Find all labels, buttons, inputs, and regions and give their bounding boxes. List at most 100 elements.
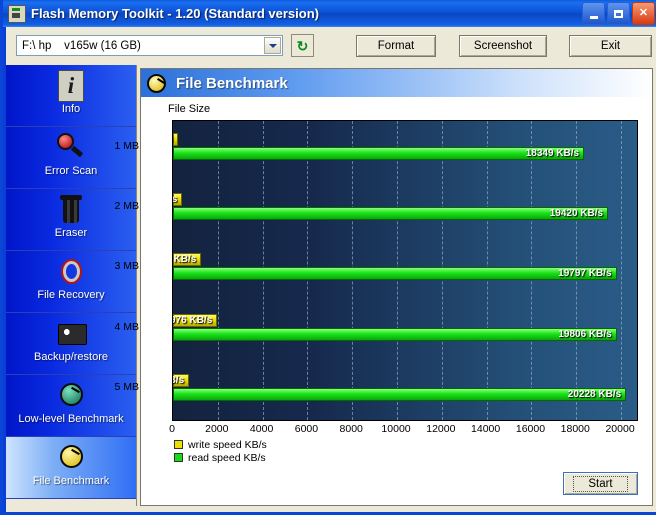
trash-can-icon-glyph <box>54 194 88 226</box>
legend-swatch <box>174 453 183 462</box>
content-area: Info Error Scan Eraser File Recovery Backup/… <box>6 65 656 509</box>
sidebar-item-label: File Recovery <box>37 289 105 301</box>
chart-y-tick: 2 MB <box>114 200 139 213</box>
write-speed-value: 1266 KB/s <box>173 254 197 266</box>
legend-item: write speed KB/s <box>174 438 267 451</box>
exit-button[interactable]: Exit <box>569 35 652 57</box>
chart-bar-group: 1266 KB/s 19797 KB/s <box>173 241 637 301</box>
chart-x-tick: 8000 <box>339 423 363 435</box>
read-speed-value: 19806 KB/s <box>558 328 612 340</box>
chart-legend: write speed KB/s read speed KB/s <box>174 438 267 464</box>
close-button[interactable]: ✕ <box>632 2 655 25</box>
read-speed-value: 18349 KB/s <box>525 148 580 159</box>
chart-x-tick: 16000 <box>515 423 546 435</box>
magnifier-icon <box>54 132 88 164</box>
screenshot-button[interactable]: Screenshot <box>459 35 547 57</box>
chart-y-tick: 1 MB <box>114 140 139 152</box>
cassette-tape-icon-glyph <box>54 318 88 350</box>
green-stopwatch-icon-glyph <box>54 380 88 412</box>
read-speed-bar: 19806 KB/s <box>173 327 617 341</box>
benchmark-chart: 221 KB/s 18349 KB/s 414 KB/s 19420 KB/s 1266… <box>172 120 638 421</box>
title-bar: Flash Memory Toolkit - 1.20 (Standard ve… <box>3 0 656 27</box>
chart-y-tick-labels: 1 MB 2 MB 3 MB 4 MB 5 MB <box>110 120 141 421</box>
write-speed-value: 414 KB/s <box>172 194 178 206</box>
green-stopwatch-icon <box>54 380 88 412</box>
read-speed-bar: 19797 KB/s <box>173 267 617 281</box>
legend-label: write speed KB/s <box>188 438 267 451</box>
start-button[interactable]: Start <box>563 472 638 495</box>
write-speed-value: 1976 KB/s <box>173 314 213 326</box>
chart-bar-group: 721 KB/s 20228 KB/s <box>173 362 637 420</box>
chart-y-tick: 5 MB <box>114 380 139 393</box>
chart-x-tick: 6000 <box>294 423 319 435</box>
chart-x-tick: 2000 <box>205 423 229 435</box>
chart-x-tick: 10000 <box>381 423 411 435</box>
toolbar: F:\ hp v165w (16 GB) ↻ Format Screenshot… <box>6 27 656 65</box>
status-bar <box>6 506 656 512</box>
sidebar-item-label: Low-level Benchmark <box>18 413 124 425</box>
magnifier-icon-glyph <box>54 132 88 164</box>
sidebar-item-label: Info <box>61 103 81 115</box>
sidebar-item-label: File Benchmark <box>32 475 110 487</box>
chart-y-tick: 3 MB <box>114 260 139 273</box>
read-speed-bar: 20228 KB/s <box>173 387 627 401</box>
sidebar-item-info[interactable]: Info <box>6 65 136 127</box>
write-speed-bar: 1266 KB/s <box>173 253 202 267</box>
write-speed-bar: 414 KB/s <box>172 193 183 207</box>
legend-label: read speed KB/s <box>188 451 266 464</box>
drive-select[interactable]: F:\ hp v165w (16 GB) <box>16 35 283 56</box>
chart-x-tick: 20000 <box>605 423 635 435</box>
chart-x-tick-labels: 0 2000 4000 6000 8000 10000 12000 14000 16000 180… <box>169 423 656 437</box>
legend-swatch <box>174 440 183 449</box>
application-window: Flash Memory Toolkit - 1.20 (Standard ve… <box>0 0 656 515</box>
yellow-stopwatch-icon-glyph <box>54 442 88 474</box>
legend-item: read speed KB/s <box>174 451 267 464</box>
panel-inner: File Benchmark File Size 1 MB 2 MB 3 MB 4 M… <box>114 68 656 506</box>
panel-header: File Benchmark <box>141 69 652 97</box>
read-speed-value: 20228 KB/s <box>567 388 622 400</box>
write-speed-value: 221 KB/s <box>172 134 173 145</box>
close-icon: ✕ <box>638 7 649 19</box>
cassette-tape-icon <box>54 318 88 350</box>
minimize-icon <box>589 15 598 19</box>
chart-x-tick: 12000 <box>426 423 456 435</box>
chart-bar-group: 414 KB/s 19420 KB/s <box>173 181 637 241</box>
sidebar-item-label: Error Scan <box>44 165 98 177</box>
read-speed-bar: 18349 KB/s <box>173 147 585 160</box>
read-speed-bar: 19420 KB/s <box>173 207 609 221</box>
chart-plot-area: 221 KB/s 18349 KB/s 414 KB/s 19420 KB/s 1266… <box>172 120 638 421</box>
chart-y-axis-title: File Size <box>168 103 211 115</box>
write-speed-bar: 721 KB/s <box>173 373 190 387</box>
write-speed-bar: 221 KB/s <box>173 133 178 146</box>
app-icon <box>8 4 26 23</box>
chart-x-tick: 18000 <box>560 423 590 435</box>
minimize-button[interactable] <box>582 2 605 25</box>
chart-y-tick: 4 MB <box>114 320 139 333</box>
chart-x-tick: 0 <box>169 423 175 435</box>
page-title: File Benchmark <box>176 74 288 92</box>
info-document-icon-glyph <box>58 70 84 102</box>
maximize-button[interactable] <box>607 2 630 25</box>
chart-x-tick: 14000 <box>471 423 501 435</box>
info-document-icon <box>54 70 88 102</box>
trash-can-icon <box>54 194 88 226</box>
chart-x-tick: 4000 <box>249 423 274 435</box>
maximize-icon <box>614 9 623 18</box>
yellow-stopwatch-icon <box>54 442 88 474</box>
sidebar-item-file-benchmark[interactable]: File Benchmark <box>6 437 136 499</box>
chart-bar-group: 221 KB/s 18349 KB/s <box>173 121 637 181</box>
format-button[interactable]: Format <box>356 35 436 57</box>
yellow-stopwatch-icon <box>146 72 168 94</box>
start-button-label: Start <box>573 475 628 492</box>
write-speed-bar: 1976 KB/s <box>173 313 218 327</box>
window-title: Flash Memory Toolkit - 1.20 (Standard ve… <box>31 6 319 21</box>
sidebar-item-label: Eraser <box>54 227 88 239</box>
lifebuoy-icon <box>54 256 88 288</box>
sidebar-item-label: Backup/restore <box>34 351 108 363</box>
write-speed-value: 721 KB/s <box>173 374 185 386</box>
main-panel: File Benchmark File Size 1 MB 2 MB 3 MB 4 M… <box>114 65 656 509</box>
chevron-down-icon[interactable] <box>264 37 281 54</box>
refresh-button[interactable]: ↻ <box>291 34 314 57</box>
lifebuoy-icon-glyph <box>54 256 88 288</box>
drive-select-value: F:\ hp v165w (16 GB) <box>22 39 141 52</box>
